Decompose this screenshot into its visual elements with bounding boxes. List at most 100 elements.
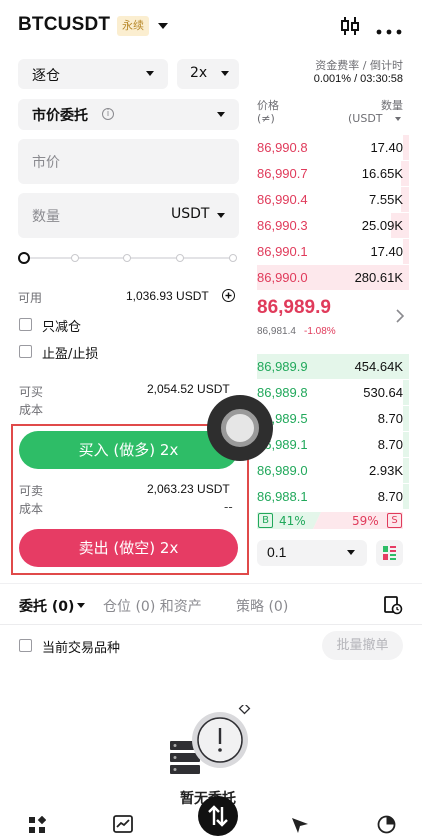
chevron-down-icon <box>146 71 154 76</box>
order-type-select[interactable]: 市价委托 i <box>18 99 239 130</box>
ask-price: 86,990.0 <box>257 270 308 285</box>
margin-mode-label: 逐仓 <box>32 68 60 84</box>
chevron-down-icon <box>347 550 355 555</box>
bid-depth-bar <box>403 484 409 509</box>
ask-qty: 280.61K <box>354 270 403 285</box>
chevron-down-icon <box>221 71 229 76</box>
reduce-only-checkbox[interactable] <box>19 318 32 331</box>
ask-row[interactable]: 86,990.0 280.61K <box>257 265 409 290</box>
ask-row[interactable]: 86,990.3 25.09K <box>257 213 409 238</box>
tp-sl-checkbox[interactable] <box>19 345 32 358</box>
order-history-icon[interactable] <box>383 595 403 619</box>
current-pair-label[interactable]: 当前交易品种 <box>42 637 120 656</box>
quantity-placeholder: 数量 <box>32 209 60 225</box>
ask-qty: 7.55K <box>369 192 403 207</box>
home-nav-icon[interactable] <box>28 815 47 838</box>
ask-qty: 17.40 <box>370 244 403 259</box>
discover-nav-icon[interactable] <box>290 816 310 838</box>
bid-price: 86,989.8 <box>257 385 308 400</box>
funding-label: 资金费率 / 倒计时 <box>315 59 403 72</box>
chevron-right-icon[interactable] <box>396 309 405 327</box>
slider-step[interactable] <box>71 254 79 262</box>
slider-handle[interactable] <box>18 252 30 264</box>
precision-select[interactable]: 0.1 <box>257 540 367 566</box>
candlestick-chart-icon[interactable] <box>338 14 362 38</box>
ask-price: 86,990.4 <box>257 192 308 207</box>
symbol-dropdown-icon[interactable] <box>158 23 168 29</box>
bid-row[interactable]: 86,988.1 8.70 <box>257 484 409 509</box>
buy-max-label: 可买 <box>19 385 44 399</box>
tab-positions[interactable]: 仓位 (0) 和资产 <box>103 596 202 616</box>
buy-cost-label: 成本 <box>19 403 44 417</box>
available-label: 可用 <box>18 291 43 305</box>
sell-cost-value: -- <box>224 500 233 514</box>
transfer-add-icon[interactable] <box>222 289 235 302</box>
slider-step[interactable] <box>229 254 237 262</box>
bid-qty: 2.93K <box>369 463 403 478</box>
assets-nav-icon[interactable] <box>377 815 396 838</box>
bid-qty: 8.70 <box>377 437 403 452</box>
ask-row[interactable]: 86,990.4 7.55K <box>257 187 409 212</box>
floating-assistive-button[interactable] <box>207 395 273 461</box>
bid-depth-bar <box>403 458 409 483</box>
sell-max-value: 2,063.23 USDT <box>147 482 230 496</box>
sell-ratio: 59% <box>352 514 379 528</box>
buy-sell-ratio-bar: B 41% 59% S <box>257 512 403 529</box>
bid-row[interactable]: 86,989.5 8.70 <box>257 406 409 431</box>
empty-orders-icon <box>170 702 254 777</box>
slider-step[interactable] <box>123 254 131 262</box>
qty-column-unit[interactable]: (USDT <box>348 112 383 125</box>
tab-strategy[interactable]: 策略 (0) <box>236 596 288 616</box>
buy-long-button[interactable]: 买入 (做多) 2x <box>19 431 238 469</box>
markets-nav-icon[interactable] <box>113 815 133 837</box>
orderbook-layout-icon <box>383 546 396 560</box>
info-icon[interactable]: i <box>102 108 114 120</box>
chevron-down-icon[interactable] <box>217 213 225 218</box>
divider <box>0 583 422 584</box>
symbol-title[interactable]: BTCUSDT <box>18 14 110 36</box>
sell-cost-label: 成本 <box>19 502 44 516</box>
bid-row[interactable]: 86,989.9 454.64K <box>257 354 409 379</box>
ask-price: 86,990.8 <box>257 140 308 155</box>
order-type-label: 市价委托 <box>32 108 88 124</box>
tp-sl-label[interactable]: 止盈/止损 <box>42 343 98 362</box>
current-pair-checkbox[interactable] <box>19 639 32 652</box>
quantity-field[interactable]: 数量 USDT <box>18 193 239 238</box>
ask-row[interactable]: 86,990.8 17.40 <box>257 135 409 160</box>
ask-row[interactable]: 86,990.1 17.40 <box>257 239 409 264</box>
slider-step[interactable] <box>176 254 184 262</box>
tab-orders[interactable]: 委托 (0) <box>19 596 74 616</box>
bid-row[interactable]: 86,989.0 2.93K <box>257 458 409 483</box>
bid-row[interactable]: 86,989.1 8.70 <box>257 432 409 457</box>
more-options-icon[interactable] <box>376 24 404 39</box>
orderbook-layout-button[interactable] <box>376 540 403 566</box>
batch-cancel-button[interactable]: 批量撤单 <box>322 631 403 660</box>
chevron-down-icon[interactable] <box>77 603 85 608</box>
ask-qty: 16.65K <box>361 166 403 181</box>
price-field[interactable]: 市价 <box>18 139 239 184</box>
reduce-only-label[interactable]: 只减仓 <box>42 316 81 335</box>
leverage-select[interactable]: 2x <box>177 59 239 89</box>
price-change: -1.08% <box>304 326 336 337</box>
divider <box>0 624 422 625</box>
bid-row[interactable]: 86,989.8 530.64 <box>257 380 409 405</box>
buy-ratio: 41% <box>279 514 306 528</box>
perpetual-badge: 永续 <box>117 16 149 36</box>
ask-depth-bar <box>403 135 409 160</box>
ask-qty: 25.09K <box>361 218 403 233</box>
trade-nav-button[interactable] <box>198 796 238 836</box>
price-column-header: 价格 <box>257 99 279 112</box>
qty-column-header: 数量 <box>381 99 403 112</box>
bid-price: 86,989.9 <box>257 359 308 374</box>
margin-mode-select[interactable]: 逐仓 <box>18 59 168 89</box>
funding-value: 0.001% / 03:30:58 <box>313 73 403 85</box>
sell-tag: S <box>387 513 402 528</box>
quantity-unit[interactable]: USDT <box>171 206 209 222</box>
last-price: 86,989.9 <box>257 297 331 318</box>
quantity-slider[interactable] <box>18 251 239 265</box>
ask-price: 86,990.1 <box>257 244 308 259</box>
chevron-down-icon[interactable] <box>395 117 401 121</box>
ask-row[interactable]: 86,990.7 16.65K <box>257 161 409 186</box>
sell-short-button[interactable]: 卖出 (做空) 2x <box>19 529 238 567</box>
buy-max-value: 2,054.52 USDT <box>147 382 230 396</box>
